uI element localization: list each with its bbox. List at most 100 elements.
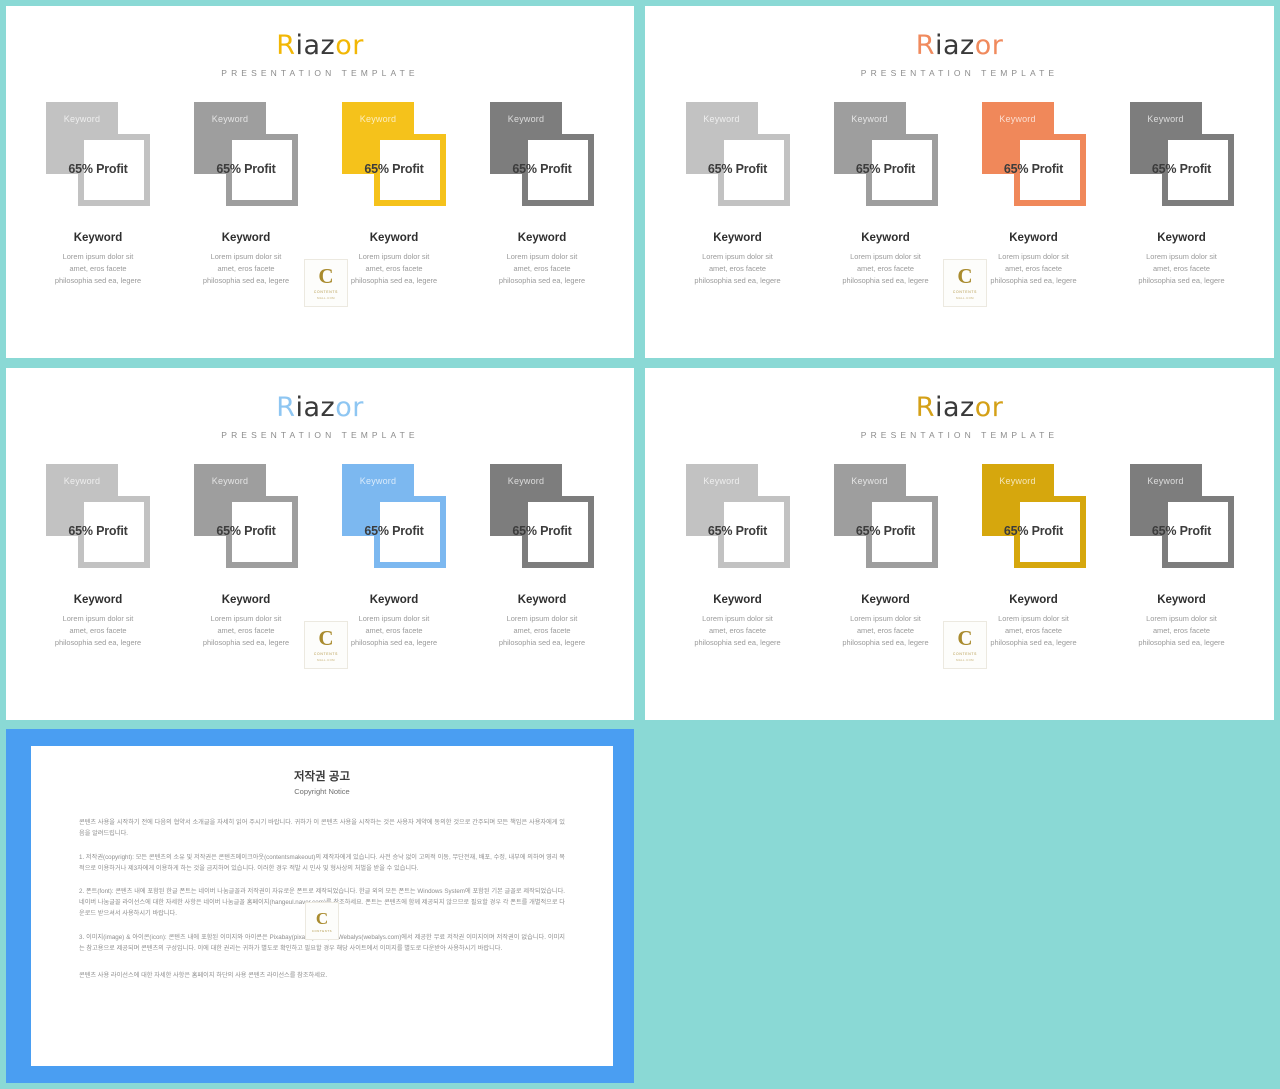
stat-frame: 65% Profit <box>856 496 938 568</box>
stat-card[interactable]: Keyword 65% Profit <box>685 102 790 206</box>
caption-body: Lorem ipsum dolor sit amet, eros facete … <box>990 252 1077 285</box>
copyright-footer: 콘텐츠 사용 라이선스에 대한 자세한 사항은 홈페이지 하단의 사용 콘텐츠 … <box>79 971 328 979</box>
stat-frame: 65% Profit <box>708 496 790 568</box>
caption-title: Keyword <box>1009 594 1058 606</box>
stat-frame: 65% Profit <box>512 134 594 206</box>
caption-item: Keyword Lorem ipsum dolor sit amet, eros … <box>982 594 1086 649</box>
stat-value: 65% Profit <box>68 524 128 538</box>
caption-body: Lorem ipsum dolor sit amet, eros facete … <box>842 614 929 647</box>
copyright-intro: 콘텐츠 사용을 시작하기 전에 다음의 협약서 소개글을 자세히 읽어 주시기 … <box>79 819 565 837</box>
slide-deck-overview: Riazor PRESENTATION TEMPLATE Keyword 65%… <box>0 0 1280 1089</box>
caption-title: Keyword <box>73 232 123 244</box>
brand-part-1: R <box>276 392 296 423</box>
slide-thumbnail-5-copyright[interactable]: 저작권 공고 Copyright Notice 콘텐츠 사용을 시작하기 전에 … <box>6 729 634 1083</box>
watermark-letter-c: C <box>318 264 334 288</box>
caption-title: Keyword <box>369 232 419 244</box>
watermark-letter-c: C <box>957 626 973 650</box>
caption-item: Keyword Lorem ipsum dolor sit amet, eros … <box>834 232 938 287</box>
copyright-subtitle: Copyright Notice <box>294 787 350 796</box>
stat-value: 65% Profit <box>1003 162 1064 176</box>
stat-value: 65% Profit <box>364 162 424 176</box>
caption-title: Keyword <box>73 594 123 606</box>
slide-header: Riazor PRESENTATION TEMPLATE <box>6 6 634 78</box>
stat-value: 65% Profit <box>855 162 916 176</box>
stat-frame: 65% Profit <box>364 134 446 206</box>
stat-frame: 65% Profit <box>216 134 298 206</box>
stat-card[interactable]: Keyword 65% Profit <box>833 464 938 568</box>
keyword-overlay-label: Keyword <box>851 476 888 486</box>
stat-card[interactable]: Keyword 65% Profit <box>342 102 446 206</box>
brand-part-1: R <box>915 392 935 423</box>
caption-item: Keyword Lorem ipsum dolor sit amet, eros … <box>46 232 150 287</box>
stat-value: 65% Profit <box>855 524 916 538</box>
keyword-overlay-label: Keyword <box>703 476 740 486</box>
brand-part-3: or <box>974 392 1004 423</box>
slide-thumbnail-4[interactable]: Riazor PRESENTATION TEMPLATE Keyword 65%… <box>645 368 1274 720</box>
stat-card[interactable]: Keyword 65% Profit <box>194 464 298 568</box>
caption-body: Lorem ipsum dolor sit amet, eros facete … <box>1138 252 1225 285</box>
stat-card[interactable]: Keyword 65% Profit <box>1129 102 1234 206</box>
caption-item: Keyword Lorem ipsum dolor sit amet, eros … <box>490 594 594 649</box>
caption-body: Lorem ipsum dolor sit amet, eros facete … <box>202 614 290 647</box>
stat-card[interactable]: Keyword 65% Profit <box>46 464 150 568</box>
caption-title: Keyword <box>713 232 762 244</box>
stat-frame: 65% Profit <box>856 134 938 206</box>
caption-item: Keyword Lorem ipsum dolor sit amet, eros … <box>982 232 1086 287</box>
copyright-title: 저작권 공고 <box>293 771 351 783</box>
brand-part-3: or <box>974 30 1004 61</box>
stat-frame: 65% Profit <box>216 496 298 568</box>
keyword-overlay-label: Keyword <box>211 114 249 124</box>
slide-thumbnail-2[interactable]: Riazor PRESENTATION TEMPLATE Keyword 65%… <box>645 6 1274 358</box>
card-row: Keyword 65% Profit Keyword 65% Profit Ke… <box>6 464 634 669</box>
stat-card[interactable]: Keyword 65% Profit <box>833 102 938 206</box>
contents-watermark-logo: C CONTENTS MALL.COM <box>304 259 348 307</box>
caption-item: Keyword Lorem ipsum dolor sit amet, eros … <box>1130 232 1234 287</box>
watermark-letter-c: C <box>318 626 334 650</box>
brand-part-2: iaz <box>934 392 975 423</box>
stat-card[interactable]: Keyword 65% Profit <box>342 464 446 568</box>
stat-value: 65% Profit <box>1151 162 1212 176</box>
keyword-overlay-label: Keyword <box>507 114 545 124</box>
card-row: Keyword 65% Profit Keyword 65% Profit Ke… <box>645 464 1274 669</box>
stat-card[interactable]: Keyword 65% Profit <box>685 464 790 568</box>
stat-card[interactable]: Keyword 65% Profit <box>490 102 594 206</box>
brand-logo: Riazor <box>6 32 634 59</box>
brand-subtitle: PRESENTATION TEMPLATE <box>860 68 1059 78</box>
watermark-line-1: CONTENTS <box>313 652 339 656</box>
caption-item: Keyword Lorem ipsum dolor sit amet, eros … <box>834 594 938 649</box>
caption-item: Keyword Lorem ipsum dolor sit amet, eros … <box>686 594 790 649</box>
stat-value: 65% Profit <box>707 524 768 538</box>
stat-frame: 65% Profit <box>1004 134 1086 206</box>
stat-value: 65% Profit <box>216 162 276 176</box>
caption-title: Keyword <box>861 232 910 244</box>
keyword-overlay-label: Keyword <box>1147 476 1184 486</box>
caption-body: Lorem ipsum dolor sit amet, eros facete … <box>990 614 1077 647</box>
watermark-line-2: MALL.COM <box>317 658 335 662</box>
stat-card[interactable]: Keyword 65% Profit <box>194 102 298 206</box>
keyword-overlay-label: Keyword <box>63 476 101 486</box>
keyword-overlay-label: Keyword <box>703 114 740 124</box>
stat-card[interactable]: Keyword 65% Profit <box>1129 464 1234 568</box>
watermark-letter-c: C <box>957 264 973 288</box>
card-row: Keyword 65% Profit Keyword 65% Profit Ke… <box>6 102 634 307</box>
caption-body: Lorem ipsum dolor sit amet, eros facete … <box>498 614 586 647</box>
brand-part-3: or <box>335 392 364 423</box>
brand-part-1: R <box>915 30 935 61</box>
keyword-overlay-label: Keyword <box>359 114 397 124</box>
caption-item: Keyword Lorem ipsum dolor sit amet, eros … <box>490 232 594 287</box>
stat-card[interactable]: Keyword 65% Profit <box>46 102 150 206</box>
stat-frame: 65% Profit <box>68 496 150 568</box>
caption-body: Lorem ipsum dolor sit amet, eros facete … <box>1138 614 1225 647</box>
caption-title: Keyword <box>713 594 762 606</box>
stat-card[interactable]: Keyword 65% Profit <box>981 464 1086 568</box>
caption-title: Keyword <box>517 594 567 606</box>
contents-watermark-logo: C CONTENTS MALL.COM <box>304 621 348 669</box>
keyword-overlay-label: Keyword <box>999 114 1036 124</box>
stat-card[interactable]: Keyword 65% Profit <box>490 464 594 568</box>
caption-title: Keyword <box>221 232 271 244</box>
slide-thumbnail-3[interactable]: Riazor PRESENTATION TEMPLATE Keyword 65%… <box>6 368 634 720</box>
slide-thumbnail-1[interactable]: Riazor PRESENTATION TEMPLATE Keyword 65%… <box>6 6 634 358</box>
caption-body: Lorem ipsum dolor sit amet, eros facete … <box>842 252 929 285</box>
caption-title: Keyword <box>1009 232 1058 244</box>
stat-card[interactable]: Keyword 65% Profit <box>981 102 1086 206</box>
